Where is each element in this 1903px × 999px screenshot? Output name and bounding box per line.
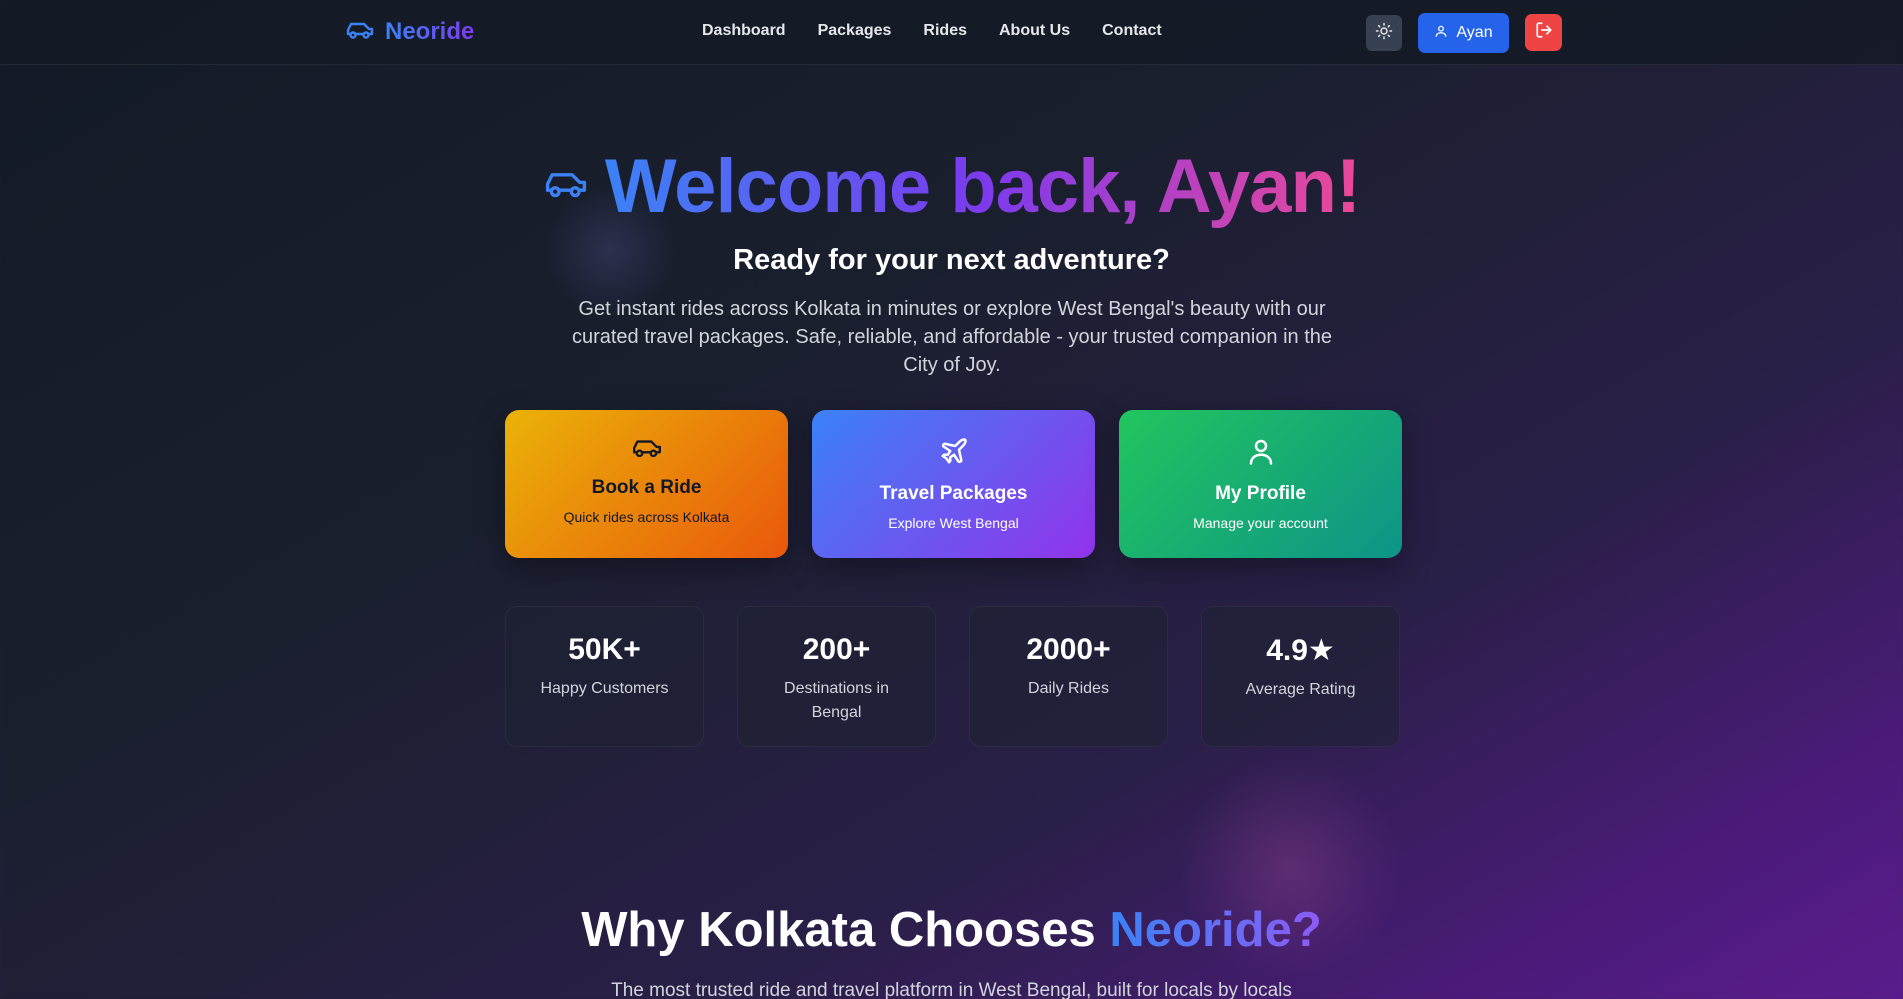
sun-icon	[1375, 22, 1393, 45]
nav-link-dashboard[interactable]: Dashboard	[702, 22, 786, 40]
stat-value: 50K+	[568, 633, 641, 666]
book-ride-card[interactable]: Book a Ride Quick rides across Kolkata	[505, 410, 788, 558]
stats-row: 50K+ Happy Customers 200+ Destinations i…	[505, 606, 1400, 747]
travel-packages-card[interactable]: Travel Packages Explore West Bengal	[812, 410, 1095, 558]
stat-label: Destinations in Bengal	[784, 680, 889, 721]
stat-card: 200+ Destinations in Bengal	[737, 606, 936, 747]
user-name: Ayan	[1456, 24, 1493, 41]
logout-button[interactable]	[1525, 14, 1562, 51]
action-title: My Profile	[1215, 483, 1306, 504]
my-profile-card[interactable]: My Profile Manage your account	[1119, 410, 1402, 558]
stat-label: Average Rating	[1245, 681, 1356, 698]
plane-icon	[939, 436, 969, 471]
stat-label: Happy Customers	[540, 680, 669, 697]
nav-link-packages[interactable]: Packages	[818, 22, 892, 40]
car-icon	[631, 436, 663, 465]
why-subtitle: The most trusted ride and travel platfor…	[611, 980, 1292, 999]
stat-value: 4.9★	[1266, 634, 1335, 667]
user-profile-button[interactable]: Ayan	[1418, 13, 1509, 53]
navbar: Neoride Dashboard Packages Rides About U…	[0, 0, 1903, 65]
user-icon	[1434, 24, 1448, 43]
logout-icon	[1535, 21, 1553, 44]
why-heading-accent: Neoride?	[1109, 903, 1322, 957]
theme-toggle-button[interactable]	[1366, 15, 1402, 51]
action-title: Book a Ride	[591, 477, 702, 498]
brand-name: Neoride	[385, 18, 475, 45]
user-icon	[1246, 436, 1276, 471]
action-subtitle: Explore West Bengal	[888, 515, 1019, 531]
nav-links: Dashboard Packages Rides About Us Contac…	[702, 22, 1162, 40]
stat-card: 50K+ Happy Customers	[505, 606, 704, 747]
car-icon	[543, 167, 589, 206]
stat-value: 2000+	[1026, 633, 1111, 666]
brand-logo[interactable]: Neoride	[345, 18, 474, 46]
nav-link-contact[interactable]: Contact	[1102, 22, 1162, 40]
why-heading: Why Kolkata Chooses Neoride?	[0, 902, 1903, 958]
hero-description: Get instant rides across Kolkata in minu…	[571, 298, 1333, 376]
nav-link-about-us[interactable]: About Us	[999, 22, 1070, 40]
action-title: Travel Packages	[879, 483, 1028, 504]
hero-subtitle: Ready for your next adventure?	[733, 244, 1170, 276]
stat-value: 200+	[802, 633, 871, 666]
quick-actions: Book a Ride Quick rides across Kolkata T…	[505, 410, 1402, 558]
stat-label: Daily Rides	[1028, 680, 1109, 697]
action-subtitle: Manage your account	[1193, 515, 1328, 531]
hero-title-row: Welcome back, Ayan!	[0, 145, 1903, 229]
why-heading-text: Why Kolkata Chooses	[581, 903, 1096, 957]
nav-link-rides[interactable]: Rides	[923, 22, 967, 40]
car-icon	[345, 19, 375, 46]
stat-card: 4.9★ Average Rating	[1201, 606, 1400, 747]
stat-card: 2000+ Daily Rides	[969, 606, 1168, 747]
action-subtitle: Quick rides across Kolkata	[563, 509, 730, 525]
hero-title: Welcome back, Ayan!	[604, 144, 1361, 229]
